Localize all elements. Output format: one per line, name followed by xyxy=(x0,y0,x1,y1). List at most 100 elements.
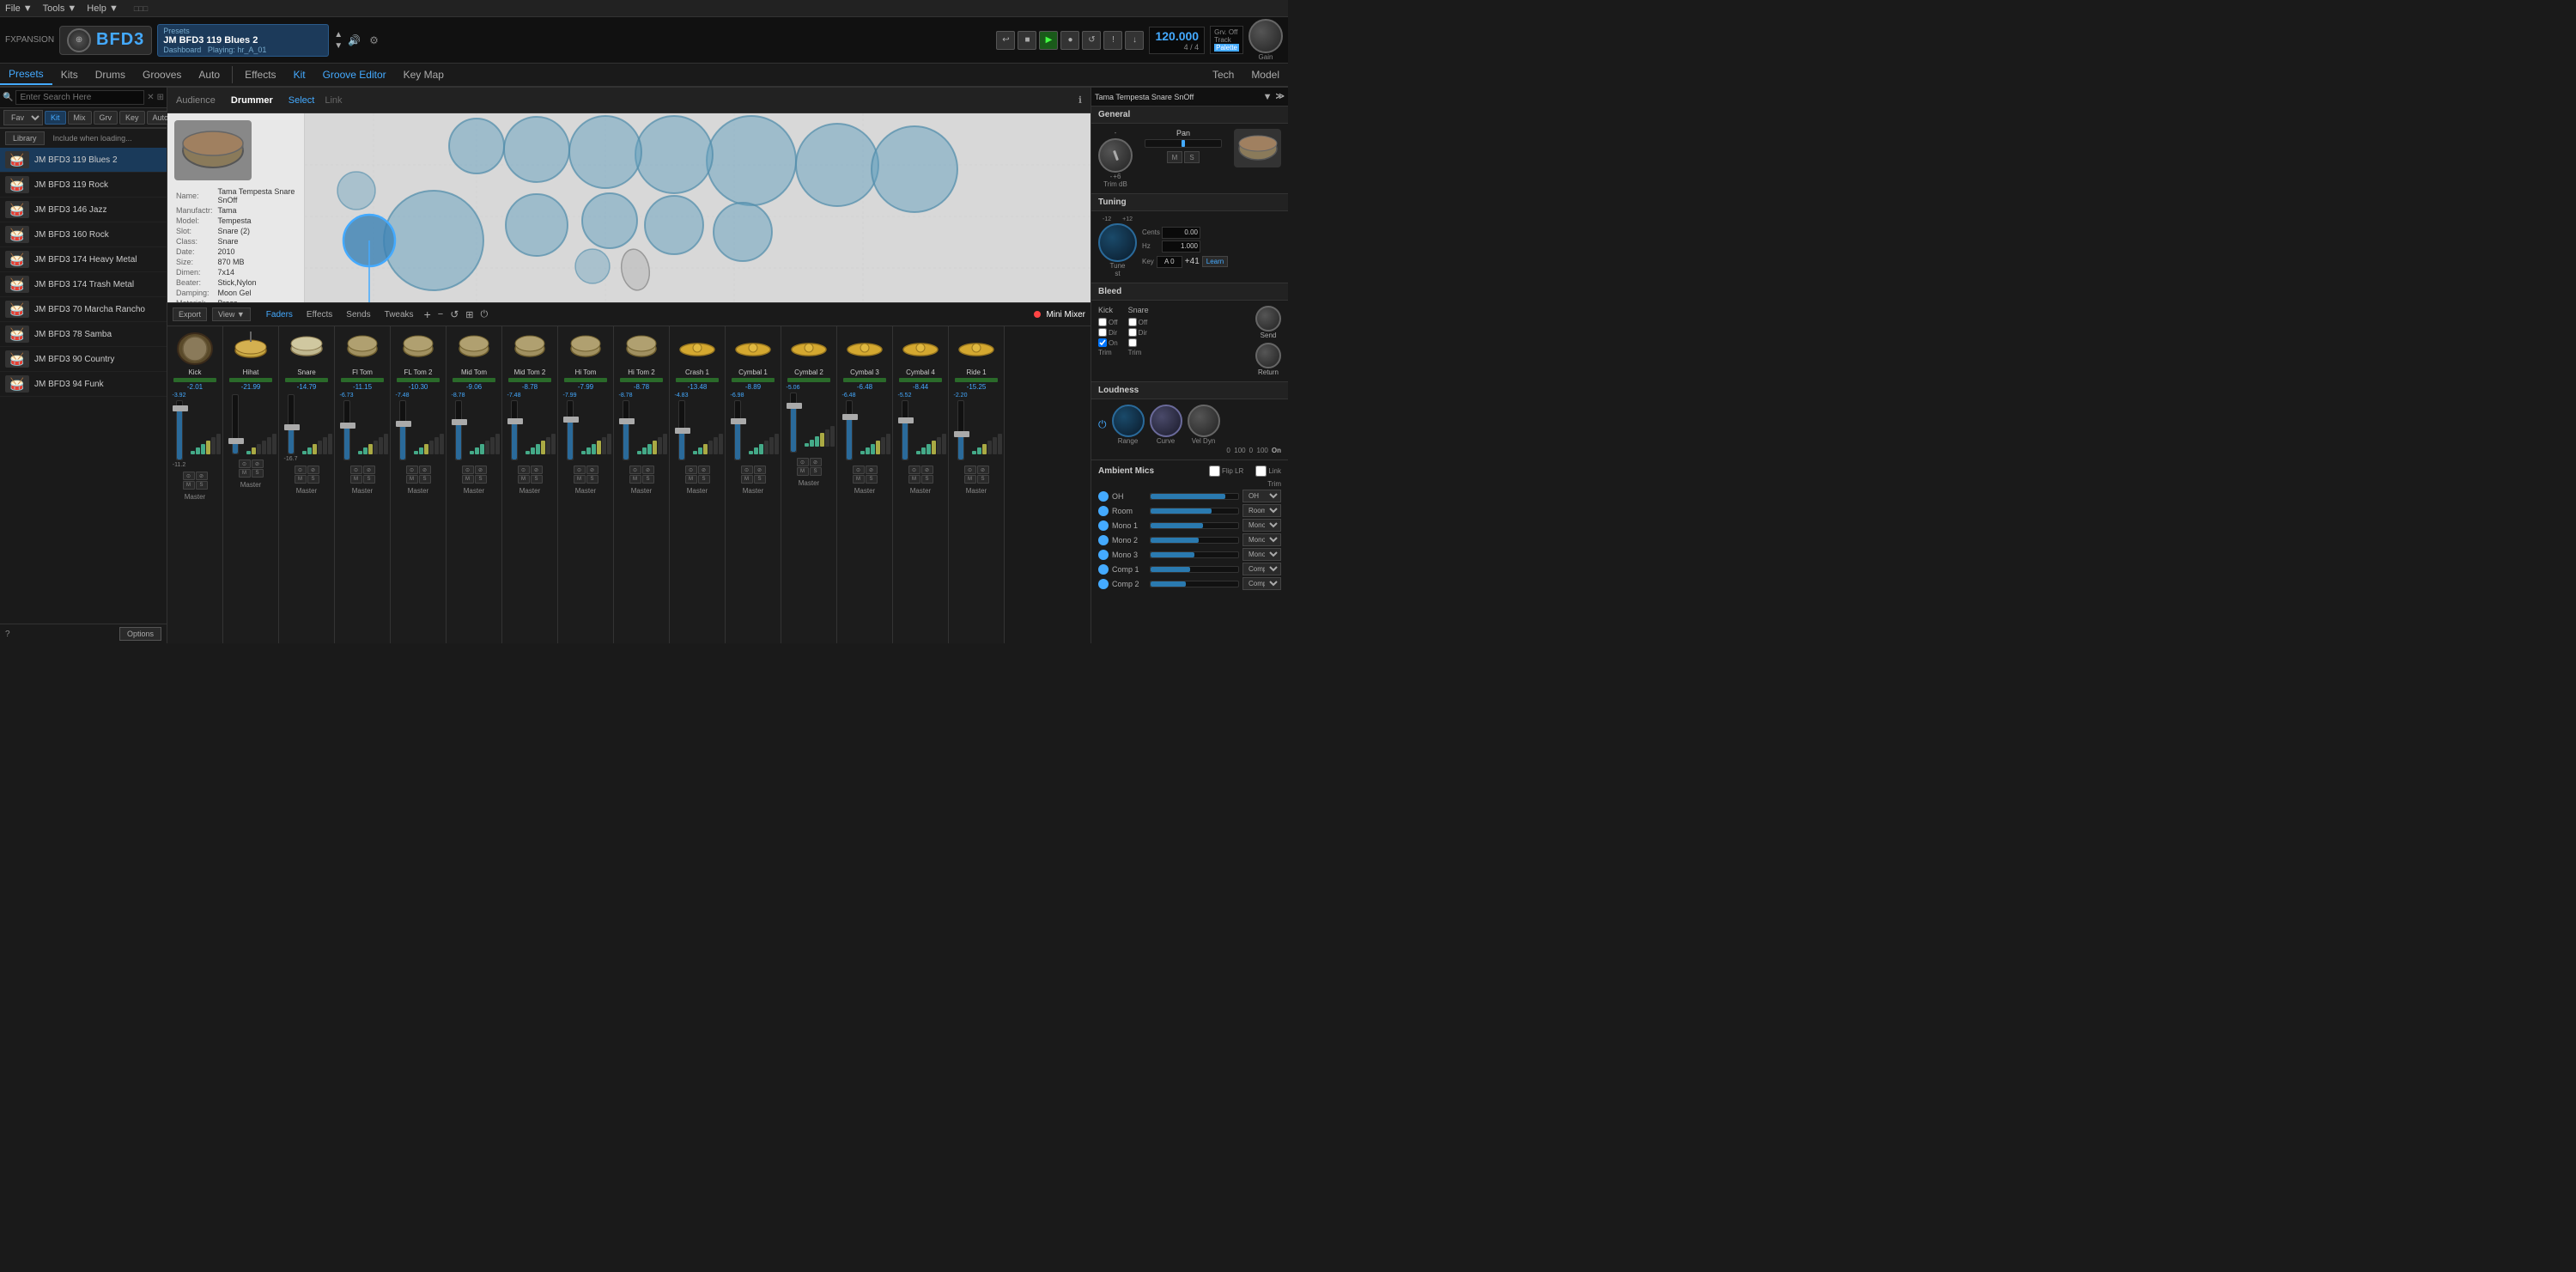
nav-auto[interactable]: Auto xyxy=(190,65,228,84)
channel-mute-button[interactable]: M xyxy=(574,475,586,484)
channel-fx-button[interactable]: ⊘ xyxy=(642,466,654,474)
channel-route-button[interactable]: ⊙ xyxy=(239,460,251,468)
channel-route-button[interactable]: ⊙ xyxy=(629,466,641,474)
channel-route-button[interactable]: ⊙ xyxy=(574,466,586,474)
comp2-select[interactable]: Comp 2 xyxy=(1242,577,1281,590)
nav-tech[interactable]: Tech xyxy=(1204,65,1242,84)
filter-key[interactable]: Key xyxy=(119,111,145,125)
channel-fx-button[interactable]: ⊘ xyxy=(419,466,431,474)
mono2-power-button[interactable] xyxy=(1098,535,1109,545)
channel-mute-button[interactable]: M xyxy=(964,475,976,484)
mono2-select[interactable]: Mono 2 xyxy=(1242,533,1281,546)
channel-fx-button[interactable]: ⊘ xyxy=(921,466,933,474)
oh-select[interactable]: OH xyxy=(1242,490,1281,502)
fader-handle[interactable] xyxy=(396,421,411,427)
snare-on-check[interactable] xyxy=(1128,338,1149,347)
fader-track[interactable] xyxy=(232,394,239,454)
nav-kit[interactable]: Kit xyxy=(285,65,314,84)
nav-key-map[interactable]: Key Map xyxy=(395,65,453,84)
menu-help[interactable]: Help ▼ xyxy=(87,3,118,14)
fader-track[interactable] xyxy=(511,400,518,460)
channel-solo-button[interactable]: S xyxy=(642,475,654,484)
channel-route-button[interactable]: ⊙ xyxy=(518,466,530,474)
channel-fx-button[interactable]: ⊘ xyxy=(698,466,710,474)
channel-mute-button[interactable]: M xyxy=(350,475,362,484)
fader-track[interactable] xyxy=(567,400,574,460)
key-input[interactable] xyxy=(1157,256,1182,268)
room-power-button[interactable] xyxy=(1098,506,1109,516)
library-button[interactable]: Library xyxy=(5,131,45,145)
channel-solo-button[interactable]: S xyxy=(754,475,766,484)
power-icon[interactable]: ⏻ xyxy=(480,309,488,320)
trim-knob[interactable] xyxy=(1098,138,1133,173)
channel-route-button[interactable]: ⊙ xyxy=(406,466,418,474)
list-item[interactable]: 🥁 JM BFD3 119 Rock xyxy=(0,173,167,198)
channel-route-button[interactable]: ⊙ xyxy=(964,466,976,474)
fader-handle[interactable] xyxy=(563,417,579,423)
mono3-select[interactable]: Mono 3 xyxy=(1242,548,1281,561)
fader-track[interactable] xyxy=(399,400,406,460)
fader-track[interactable] xyxy=(455,400,462,460)
transport-mark[interactable]: ! xyxy=(1103,31,1122,50)
tab-faders[interactable]: Faders xyxy=(263,308,296,321)
channel-mute-button[interactable]: M xyxy=(406,475,418,484)
nav-effects[interactable]: Effects xyxy=(236,65,284,84)
list-item[interactable]: 🥁 JM BFD3 160 Rock xyxy=(0,222,167,247)
fader-track[interactable] xyxy=(343,400,350,460)
comp1-fader[interactable] xyxy=(1150,566,1239,573)
fader-handle[interactable] xyxy=(954,431,969,437)
return-knob[interactable] xyxy=(1255,343,1281,368)
nav-grooves[interactable]: Grooves xyxy=(134,65,190,84)
mono1-fader[interactable] xyxy=(1150,522,1239,529)
pan-slider[interactable] xyxy=(1145,139,1222,148)
hz-input[interactable] xyxy=(1162,240,1200,253)
channel-fx-button[interactable]: ⊘ xyxy=(977,466,989,474)
mono1-select[interactable]: Mono 1 xyxy=(1242,519,1281,532)
tab-link[interactable]: Link xyxy=(325,95,342,106)
channel-fx-button[interactable]: ⊘ xyxy=(586,466,598,474)
vel-dyn-knob[interactable] xyxy=(1188,405,1220,437)
transport-panic[interactable]: ↓ xyxy=(1125,31,1144,50)
list-item[interactable]: 🥁 JM BFD3 119 Blues 2 xyxy=(0,148,167,173)
layout-icon[interactable]: ⊞ xyxy=(465,309,473,320)
menu-file[interactable]: File ▼ xyxy=(5,3,33,14)
fader-handle[interactable] xyxy=(284,424,300,430)
menu-tools[interactable]: Tools ▼ xyxy=(43,3,77,14)
export-button[interactable]: Export xyxy=(173,307,207,321)
nav-model[interactable]: Model xyxy=(1242,65,1288,84)
mono3-power-button[interactable] xyxy=(1098,550,1109,560)
channel-route-button[interactable]: ⊙ xyxy=(295,466,307,474)
search-input[interactable] xyxy=(15,90,144,105)
channel-mute-button[interactable]: M xyxy=(239,469,251,478)
list-item[interactable]: 🥁 JM BFD3 174 Heavy Metal xyxy=(0,247,167,272)
nav-kits[interactable]: Kits xyxy=(52,65,87,84)
presets-display[interactable]: Presets JM BFD3 119 Blues 2 Dashboard Pl… xyxy=(157,24,329,57)
dropdown-arrow-icon[interactable]: ▼ xyxy=(1263,92,1273,102)
curve-knob[interactable] xyxy=(1150,405,1182,437)
channel-solo-button[interactable]: S xyxy=(363,475,375,484)
loudness-power-icon[interactable]: ⏻ xyxy=(1098,418,1107,431)
info-icon[interactable]: ℹ xyxy=(1078,94,1082,106)
channel-mute-button[interactable]: M xyxy=(908,475,920,484)
send-knob[interactable] xyxy=(1255,306,1281,332)
nav-drums[interactable]: Drums xyxy=(87,65,134,84)
fader-handle[interactable] xyxy=(787,403,802,409)
channel-mute-button[interactable]: M xyxy=(629,475,641,484)
link-check[interactable]: Link xyxy=(1255,466,1281,477)
refresh-icon[interactable]: ↺ xyxy=(450,308,459,320)
options-button[interactable]: Options xyxy=(119,627,161,641)
fader-handle[interactable] xyxy=(731,418,746,424)
kick-off-check[interactable]: Off xyxy=(1098,318,1118,326)
channel-fx-button[interactable]: ⊘ xyxy=(252,460,264,468)
add-channel-icon[interactable]: + xyxy=(424,307,431,321)
tune-knob[interactable] xyxy=(1098,223,1137,262)
solo-button[interactable]: S xyxy=(1184,151,1200,163)
mono1-power-button[interactable] xyxy=(1098,520,1109,531)
list-item[interactable]: 🥁 JM BFD3 146 Jazz xyxy=(0,198,167,222)
list-item[interactable]: 🥁 JM BFD3 78 Samba xyxy=(0,322,167,347)
comp2-fader[interactable] xyxy=(1150,581,1239,587)
transport-loop[interactable]: ↺ xyxy=(1082,31,1101,50)
help-icon[interactable]: ? xyxy=(5,630,10,639)
fader-track[interactable] xyxy=(902,400,908,460)
oh-power-button[interactable] xyxy=(1098,491,1109,502)
